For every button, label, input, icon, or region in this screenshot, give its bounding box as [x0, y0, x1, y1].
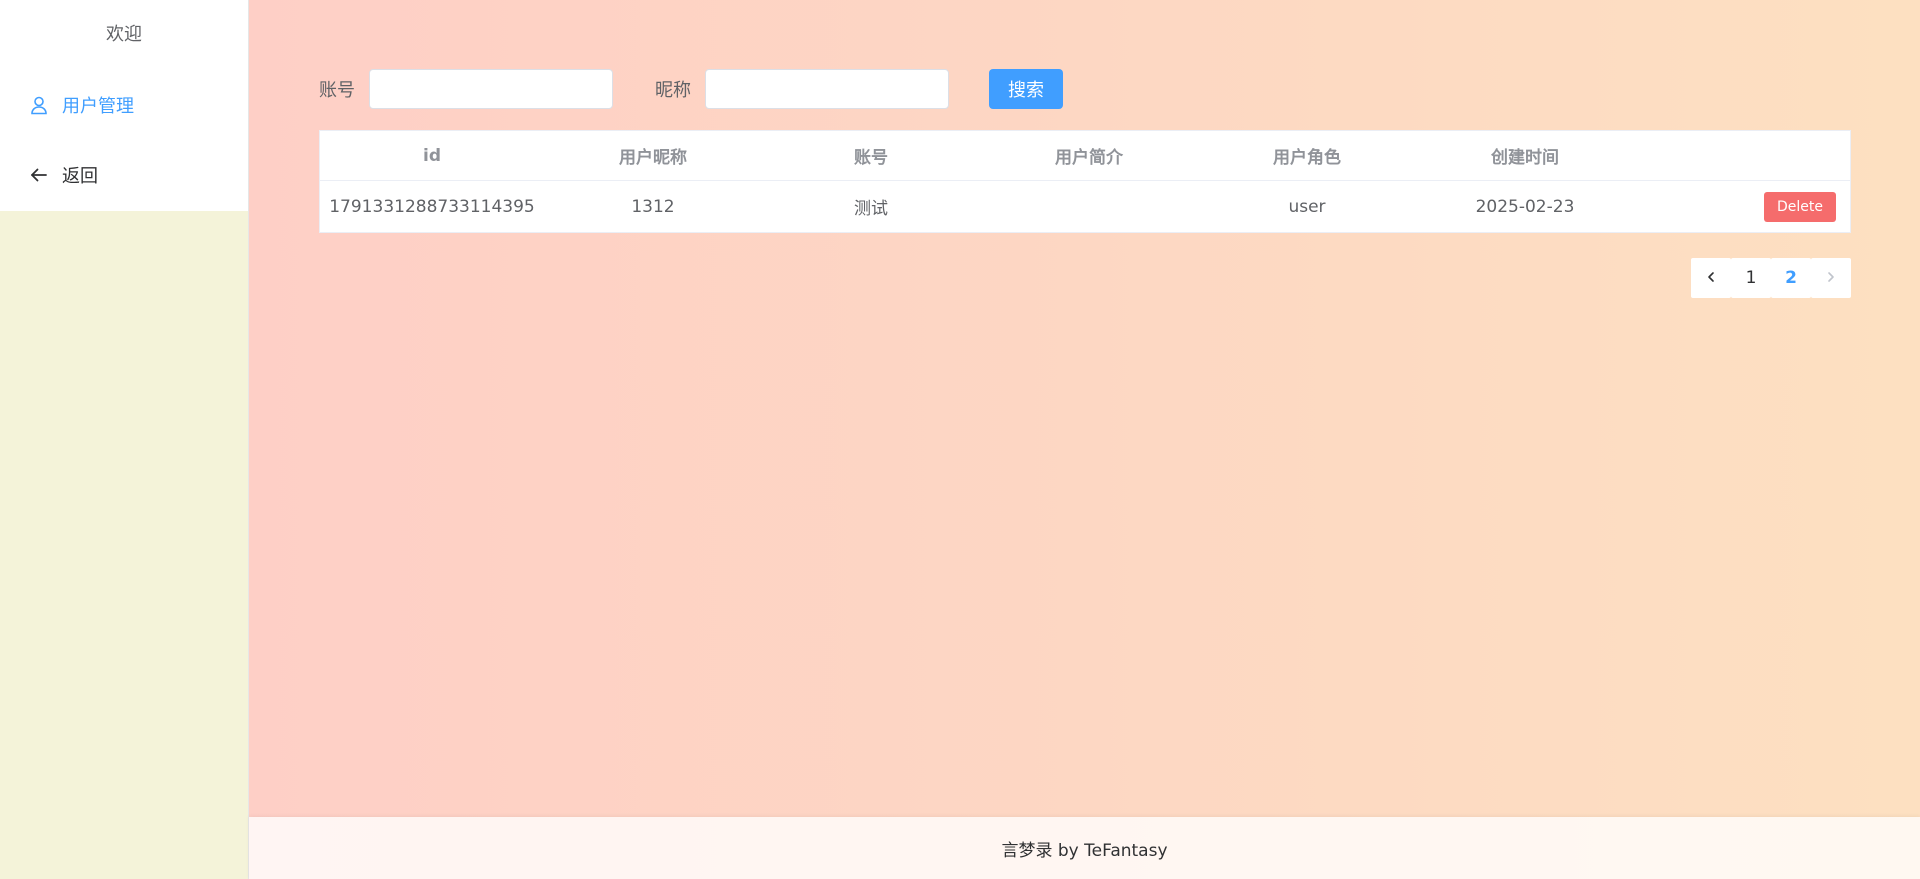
chevron-right-icon — [1825, 268, 1837, 288]
cell-actions: Delete — [1634, 191, 1850, 222]
account-label: 账号 — [319, 80, 355, 101]
main-content: 账号 昵称 搜索 id 用户昵称 账号 用户简介 用户角色 创建时间 17913… — [249, 0, 1920, 879]
cell-role: user — [1288, 196, 1326, 217]
cell-account: 测试 — [854, 199, 888, 219]
column-header-account: 账号 — [854, 148, 888, 168]
cell-id: 1791331288733114395 — [329, 196, 535, 217]
chevron-left-icon — [1705, 268, 1717, 288]
sidebar-welcome: 欢迎 — [106, 24, 142, 45]
sidebar: 欢迎 用户管理 返回 — [0, 0, 249, 879]
user-table: id 用户昵称 账号 用户简介 用户角色 创建时间 17913312887331… — [319, 130, 1851, 233]
footer-text: 言梦录 by TeFantasy — [1001, 840, 1168, 861]
table-row: 1791331288733114395 1312 测试 user 2025-02… — [320, 181, 1850, 232]
sidebar-item-label: 返回 — [62, 166, 98, 187]
sidebar-item-label: 用户管理 — [62, 96, 134, 117]
cell-nickname: 1312 — [631, 196, 675, 217]
pagination: 1 2 — [1691, 258, 1851, 298]
search-button[interactable]: 搜索 — [989, 69, 1063, 109]
column-header-id: id — [423, 145, 441, 166]
sidebar-item-user-management[interactable]: 用户管理 — [0, 70, 248, 140]
delete-button[interactable]: Delete — [1764, 191, 1836, 222]
user-icon — [28, 94, 50, 116]
arrow-left-icon — [28, 164, 50, 186]
page-button-1[interactable]: 1 — [1731, 258, 1771, 298]
table-body: 1791331288733114395 1312 测试 user 2025-02… — [320, 181, 1850, 232]
next-page-button[interactable] — [1811, 258, 1851, 298]
column-header-profile: 用户简介 — [1055, 148, 1123, 168]
column-header-nickname: 用户昵称 — [619, 148, 687, 168]
column-header-created: 创建时间 — [1491, 148, 1559, 168]
nickname-label: 昵称 — [655, 80, 691, 101]
cell-created: 2025-02-23 — [1475, 196, 1575, 217]
column-header-role: 用户角色 — [1273, 148, 1341, 168]
prev-page-button[interactable] — [1691, 258, 1731, 298]
footer: 言梦录 by TeFantasy — [249, 817, 1920, 879]
page-button-2[interactable]: 2 — [1771, 258, 1811, 298]
sidebar-item-back[interactable]: 返回 — [0, 140, 248, 210]
account-input[interactable] — [369, 69, 613, 109]
nickname-input[interactable] — [705, 69, 949, 109]
search-bar: 账号 昵称 搜索 — [319, 69, 1063, 109]
table-header: id 用户昵称 账号 用户简介 用户角色 创建时间 — [320, 131, 1850, 181]
sidebar-menu: 欢迎 用户管理 返回 — [0, 0, 248, 211]
